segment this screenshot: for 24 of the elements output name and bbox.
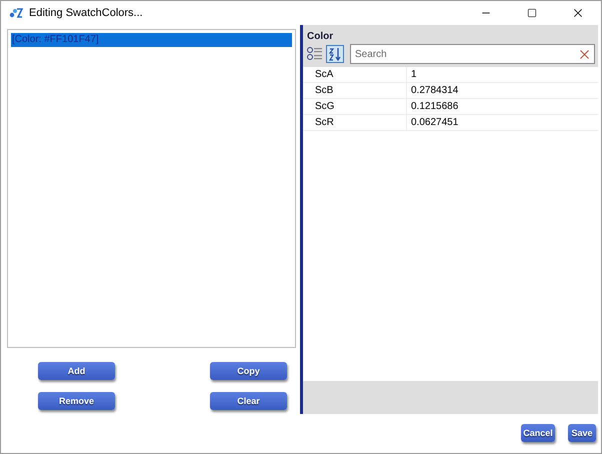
action-button[interactable]: Remove (38, 392, 115, 410)
property-name: ScA (303, 67, 407, 82)
action-button[interactable]: Clear (210, 392, 287, 410)
maximize-icon[interactable] (527, 8, 537, 18)
property-value[interactable]: 1 (407, 67, 417, 82)
action-button[interactable]: Copy (210, 362, 287, 380)
list-item[interactable]: [Color: #FF101F47] (11, 33, 292, 47)
action-button[interactable]: Save (568, 424, 596, 442)
categorized-icon[interactable] (306, 45, 324, 63)
action-button[interactable]: Add (38, 362, 115, 380)
property-name: ScB (303, 83, 407, 98)
app-icon (9, 7, 23, 19)
panel-header: Color (306, 30, 334, 43)
clear-search-icon[interactable] (577, 47, 592, 62)
property-value[interactable]: 0.0627451 (407, 115, 458, 130)
sort-az-icon[interactable] (326, 45, 344, 63)
property-value[interactable]: 0.1215686 (407, 99, 458, 114)
search-field[interactable]: Search (350, 44, 595, 64)
close-icon[interactable] (571, 6, 585, 20)
property-value[interactable]: 0.2784314 (407, 83, 458, 98)
property-name: ScR (303, 115, 407, 130)
property-name: ScG (303, 99, 407, 114)
action-button[interactable]: Cancel (521, 424, 555, 442)
window-title: Editing SwatchColors... (29, 6, 143, 21)
